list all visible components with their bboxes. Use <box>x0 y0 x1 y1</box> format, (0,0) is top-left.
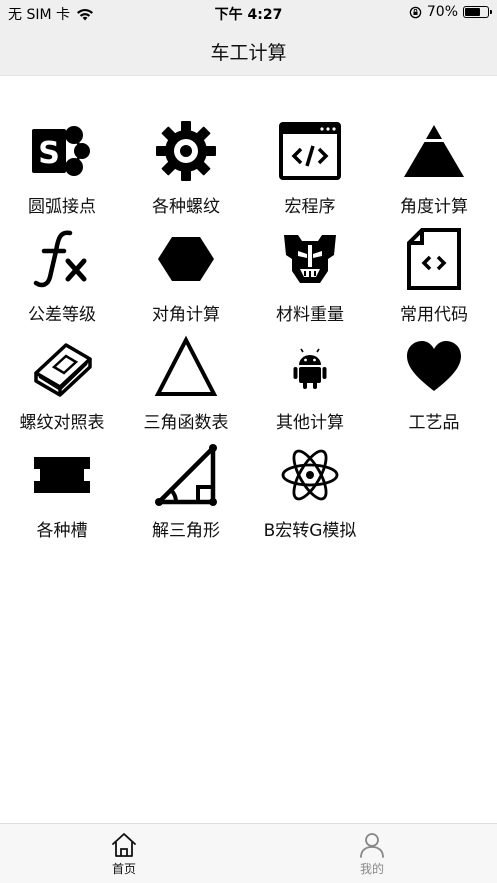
status-bar: 无 SIM 卡 下午 4:27 70% <box>0 0 497 26</box>
grid-item-trig-table[interactable]: 三角函数表 <box>124 334 248 442</box>
status-right: 70% <box>409 4 492 20</box>
tab-mine-label: 我的 <box>359 862 384 876</box>
grid-item-threads[interactable]: 各种螺纹 <box>124 118 248 226</box>
battery-icon <box>463 6 492 18</box>
grid-item-thread-table[interactable]: 螺纹对照表 <box>0 334 124 442</box>
hexagon-icon <box>153 226 219 292</box>
heart-icon <box>401 334 467 400</box>
function-icon <box>29 226 95 292</box>
grid-item-label: 三角函数表 <box>143 413 229 433</box>
grid-item-label: 圆弧接点 <box>28 197 96 217</box>
tab-home[interactable]: 首页 <box>64 832 184 877</box>
book-icon <box>29 334 95 400</box>
grid-item-label: 工艺品 <box>408 413 460 433</box>
sharepoint-icon: S <box>29 118 95 184</box>
code-file-icon <box>401 226 467 292</box>
tab-home-label: 首页 <box>111 862 136 876</box>
page-title: 车工计算 <box>210 42 287 64</box>
grid-item-diagonal-calc[interactable]: 对角计算 <box>124 226 248 334</box>
grid-item-label: 其他计算 <box>276 413 344 433</box>
grid-item-label: 宏程序 <box>284 197 336 217</box>
grid-item-tolerance-grade[interactable]: 公差等级 <box>0 226 124 334</box>
battery-percent: 70% <box>426 4 458 20</box>
grid-item-label: 各种槽 <box>36 521 88 541</box>
grid-item-label: 常用代码 <box>400 305 468 325</box>
grid-item-label: 材料重量 <box>276 305 344 325</box>
orientation-lock-icon <box>409 6 422 18</box>
battery-fill <box>465 8 481 16</box>
pyramid-icon <box>401 118 467 184</box>
triangle-icon <box>153 334 219 400</box>
grid-item-material-weight[interactable]: 材料重量 <box>248 226 372 334</box>
nav-bar: 车工计算 <box>0 26 497 76</box>
tab-bar: 首页 我的 <box>0 823 497 883</box>
home-icon <box>112 833 136 857</box>
atom-icon <box>277 442 343 508</box>
grid-item-label: 各种螺纹 <box>152 197 220 217</box>
user-icon <box>360 833 384 858</box>
right-triangle-icon <box>153 442 219 508</box>
grid-item-common-codes[interactable]: 常用代码 <box>372 226 496 334</box>
grid-item-label: 公差等级 <box>28 305 96 325</box>
slot-icon <box>29 442 95 508</box>
grid-item-slots[interactable]: 各种槽 <box>0 442 124 550</box>
android-icon <box>277 334 343 400</box>
grid-item-label: 螺纹对照表 <box>19 413 105 433</box>
grid-item-label: 解三角形 <box>152 521 220 541</box>
grid-item-label: 对角计算 <box>152 305 220 325</box>
gear-icon <box>153 118 219 184</box>
tab-mine[interactable]: 我的 <box>312 832 432 877</box>
grid-item-label: 角度计算 <box>400 197 468 217</box>
grid-item-b-to-g-macro[interactable]: B宏转G模拟 <box>248 442 372 550</box>
grid-item-crafts[interactable]: 工艺品 <box>372 334 496 442</box>
transformer-icon <box>277 226 343 292</box>
grid-item-other-calc[interactable]: 其他计算 <box>248 334 372 442</box>
grid-item-arc-contact[interactable]: S 圆弧接点 <box>0 118 124 226</box>
tool-grid: S 圆弧接点 各种螺纹 宏程序 角度计算 公差等级 对角计算 材料重量 常用代码… <box>0 118 497 550</box>
grid-item-macro-program[interactable]: 宏程序 <box>248 118 372 226</box>
grid-item-label: B宏转G模拟 <box>263 521 357 541</box>
grid-item-solve-triangle[interactable]: 解三角形 <box>124 442 248 550</box>
grid-item-angle-calc[interactable]: 角度计算 <box>372 118 496 226</box>
svg-text:S: S <box>38 136 60 171</box>
code-window-icon <box>277 118 343 184</box>
